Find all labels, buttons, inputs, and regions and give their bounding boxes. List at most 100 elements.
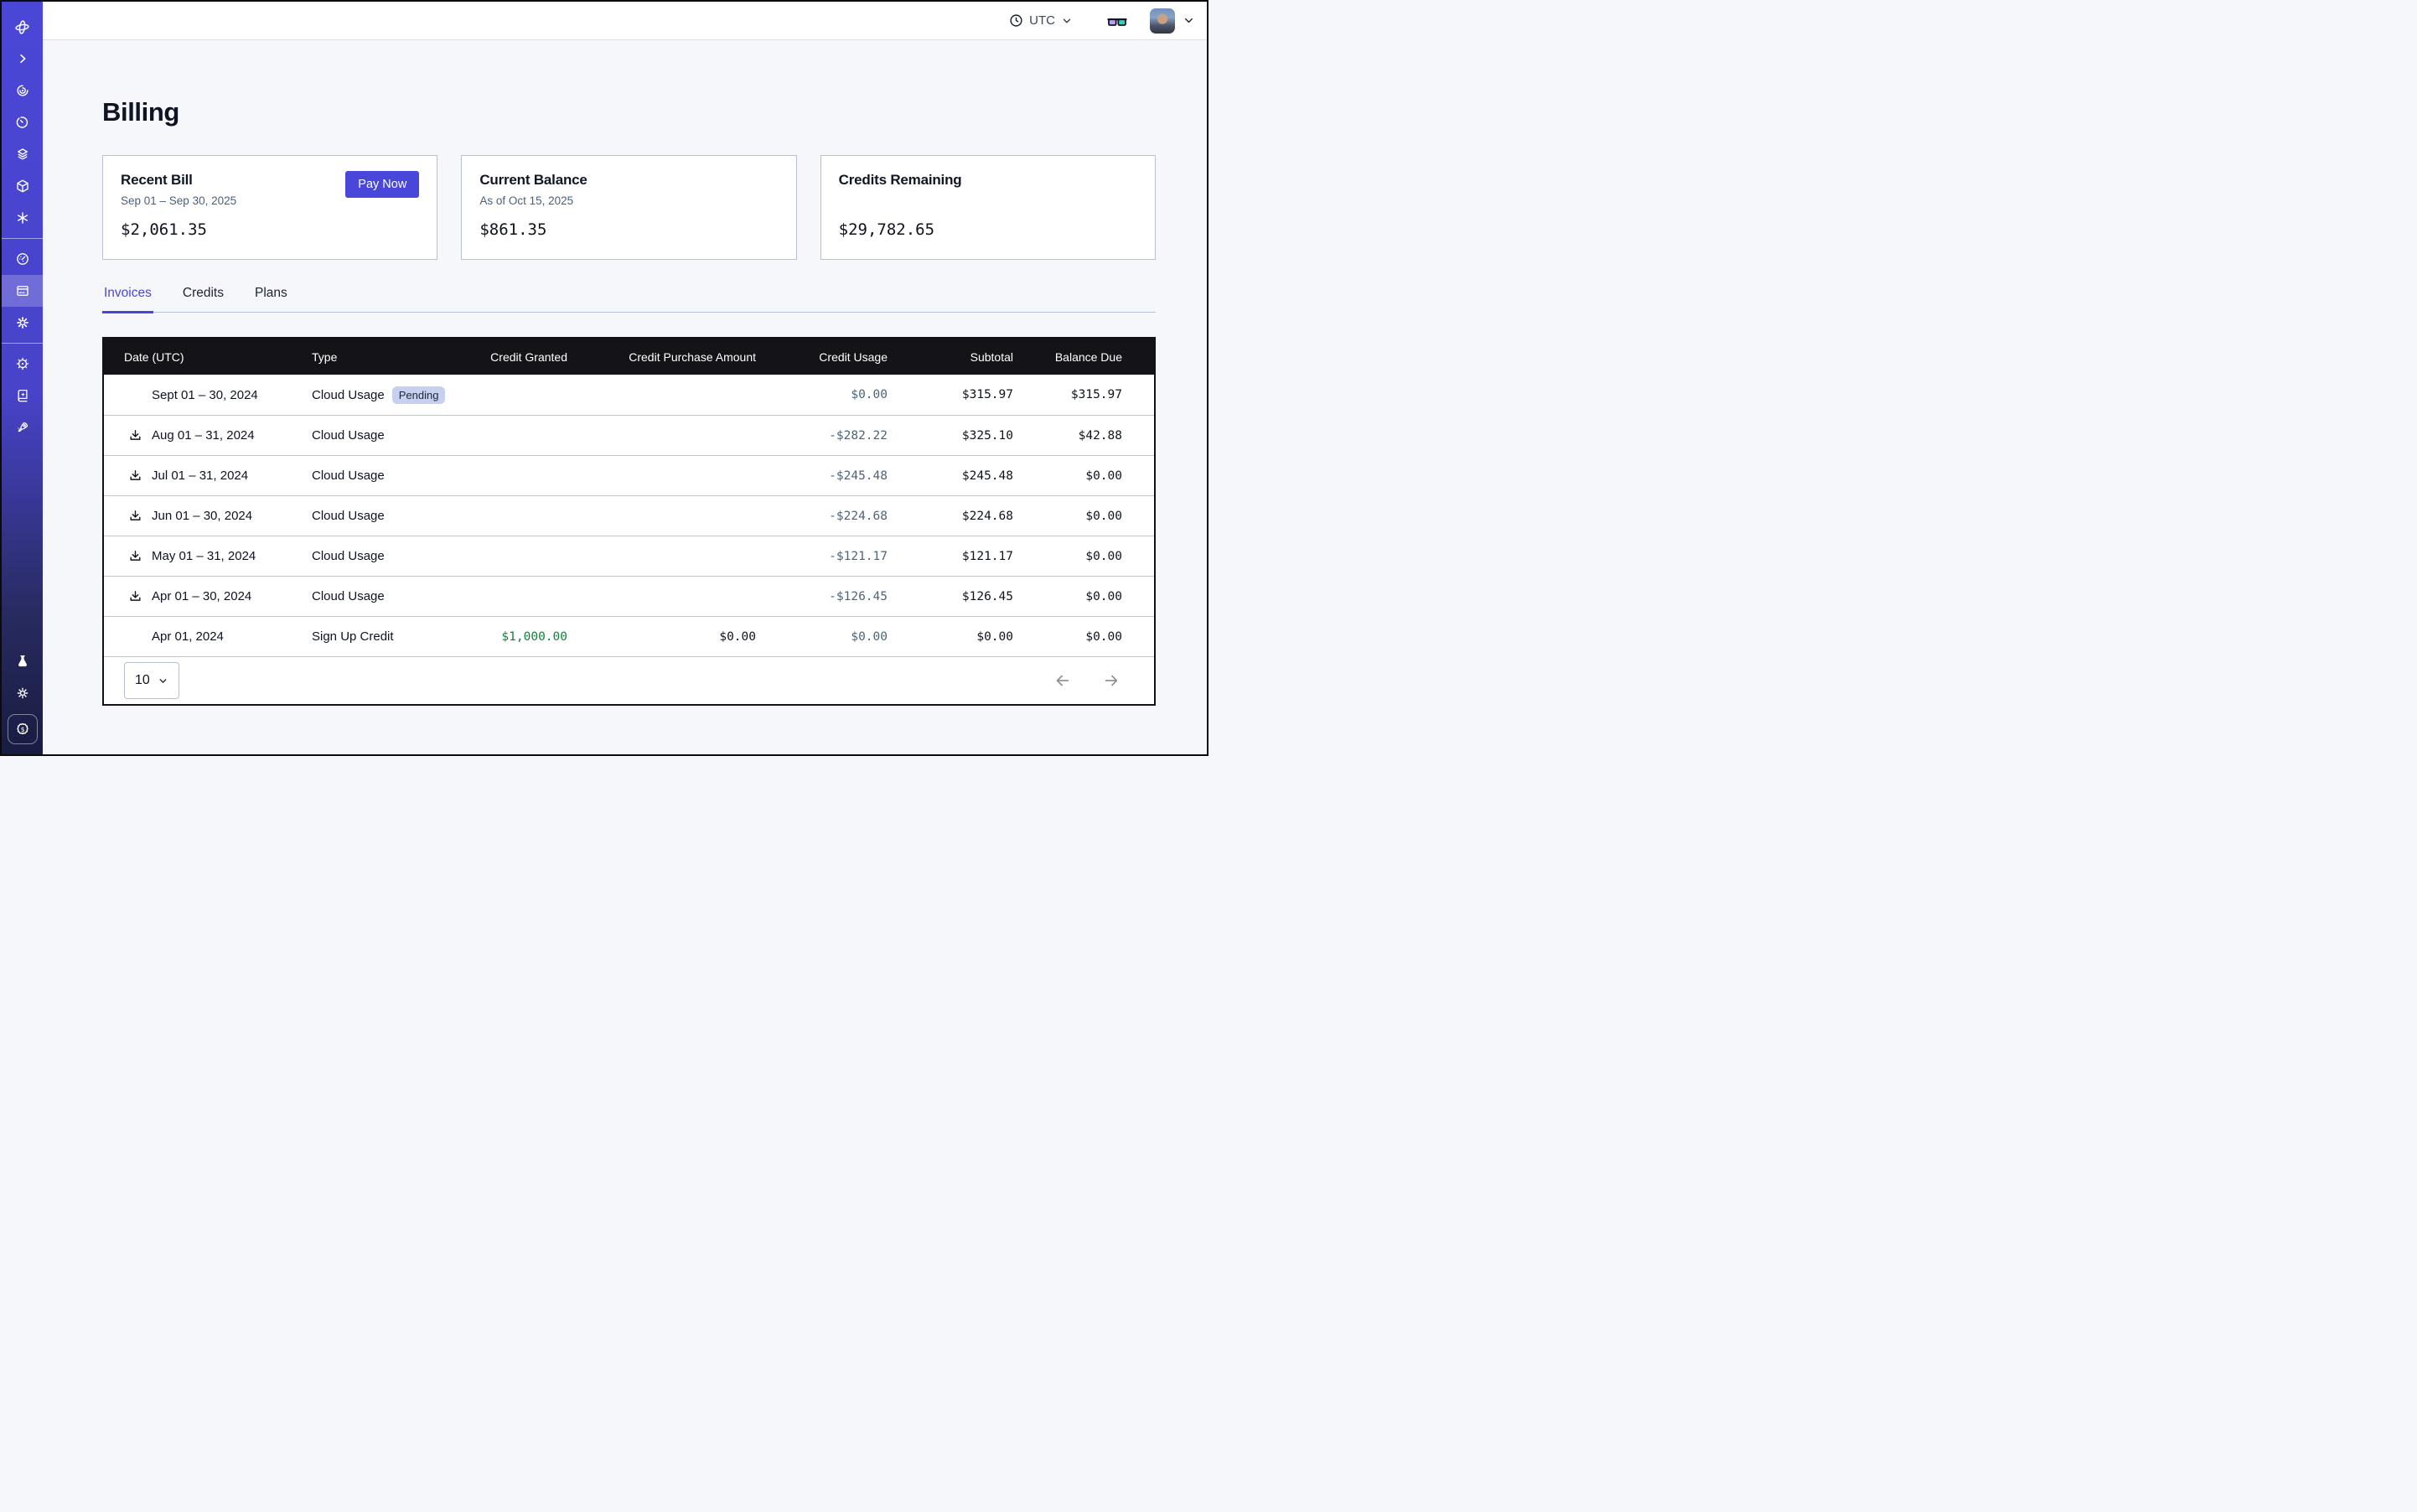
invoice-date: Aug 01 – 31, 2024 <box>152 428 255 443</box>
reader-mode-button[interactable] <box>1106 13 1128 29</box>
download-invoice-icon[interactable] <box>127 549 142 564</box>
subtotal-value: $245.48 <box>888 469 1013 483</box>
credit-purchase-value: $0.00 <box>567 630 756 644</box>
balance-due-value: $0.00 <box>1013 550 1122 563</box>
layers-icon <box>15 147 30 162</box>
credit-usage-value: -$282.22 <box>756 429 888 443</box>
sidebar-item-usage-dashboard[interactable] <box>2 243 43 275</box>
cube-icon <box>15 179 30 194</box>
status-badge: Pending <box>392 386 446 404</box>
download-invoice-icon[interactable] <box>127 509 142 524</box>
sidebar-item-layers[interactable] <box>2 138 43 170</box>
balance-due-value: $42.88 <box>1013 429 1122 443</box>
pay-now-button[interactable]: Pay Now <box>345 171 419 198</box>
subtotal-value: $0.00 <box>888 630 1013 644</box>
credit-usage-value: -$245.48 <box>756 469 888 483</box>
account-menu-button[interactable] <box>1183 14 1195 27</box>
billing-card-icon <box>15 283 30 298</box>
download-invoice-icon[interactable] <box>127 428 142 443</box>
download-invoice-icon[interactable] <box>127 589 142 604</box>
sidebar-item-launch[interactable] <box>2 412 43 443</box>
invoice-type: Cloud Usage <box>312 428 385 443</box>
sidebar-divider <box>2 238 43 239</box>
gear-icon <box>15 315 30 330</box>
sidebar: $ <box>2 2 43 754</box>
page-size-value: 10 <box>135 673 150 688</box>
tab-plans[interactable]: Plans <box>253 286 289 313</box>
sidebar-item-theme[interactable] <box>2 677 43 709</box>
orbit-logo <box>13 18 31 36</box>
invoice-date: Jun 01 – 30, 2024 <box>152 509 252 523</box>
sidebar-item-observability[interactable] <box>2 75 43 106</box>
download-invoice-icon[interactable] <box>127 469 142 484</box>
balance-due-value: $0.00 <box>1013 590 1122 603</box>
chevron-down-icon <box>158 676 168 686</box>
balance-due-value: $0.00 <box>1013 469 1122 483</box>
credits-remaining-amount: $29,782.65 <box>839 220 1137 239</box>
table-row: Apr 01, 2024 Sign Up Credit $1,000.00 $0… <box>104 616 1154 656</box>
table-row: Jun 01 – 30, 2024 Cloud Usage -$224.68 $… <box>104 495 1154 536</box>
avatar[interactable] <box>1150 8 1175 34</box>
helm-icon <box>15 356 30 371</box>
sidebar-item-history[interactable] <box>2 106 43 138</box>
balance-due-value: $0.00 <box>1013 630 1122 644</box>
tab-invoices[interactable]: Invoices <box>102 286 153 313</box>
sidebar-item-asterisk[interactable] <box>2 202 43 234</box>
sidebar-item-collapse[interactable] <box>2 43 43 75</box>
invoice-type: Cloud Usage <box>312 589 385 603</box>
arrow-right-icon <box>1102 671 1121 690</box>
pagination-arrows <box>1053 671 1121 690</box>
credits-remaining-card: Credits Remaining $29,782.65 <box>820 155 1156 260</box>
sidebar-item-billing[interactable] <box>2 275 43 307</box>
page-size-select[interactable]: 10 <box>124 662 179 699</box>
column-header: Type <box>312 350 467 364</box>
recent-bill-card: Recent Bill Sep 01 – Sep 30, 2025 $2,061… <box>102 155 437 260</box>
tab-credits[interactable]: Credits <box>181 286 225 313</box>
pagination-bar: 10 <box>104 656 1154 704</box>
glasses-icon <box>1106 13 1128 29</box>
current-balance-card: Current Balance As of Oct 15, 2025 $861.… <box>461 155 796 260</box>
subtotal-value: $224.68 <box>888 510 1013 523</box>
rocket-icon <box>15 420 30 435</box>
history-icon <box>15 115 30 130</box>
subtotal-value: $325.10 <box>888 429 1013 443</box>
invoice-type: Sign Up Credit <box>312 629 394 644</box>
sidebar-item-cube[interactable] <box>2 170 43 202</box>
column-header: Credit Usage <box>756 350 888 364</box>
table-row: Aug 01 – 31, 2024 Cloud Usage -$282.22 $… <box>104 415 1154 455</box>
card-title: Credits Remaining <box>839 172 1137 189</box>
table-row: Sept 01 – 30, 2024 Cloud Usage Pending $… <box>104 375 1154 415</box>
invoice-type: Cloud Usage <box>312 549 385 563</box>
chevron-down-icon <box>1061 15 1073 27</box>
card-as-of: As of Oct 15, 2025 <box>479 194 778 209</box>
subtotal-value: $315.97 <box>888 388 1013 401</box>
tabs: Invoices Credits Plans <box>102 286 1156 313</box>
chevron-down-icon <box>1183 14 1195 27</box>
column-header: Date (UTC) <box>124 350 312 364</box>
recent-bill-amount: $2,061.35 <box>121 220 419 239</box>
timezone-selector[interactable]: UTC <box>1009 13 1073 28</box>
invoice-date: Sept 01 – 30, 2024 <box>152 388 258 402</box>
sidebar-item-docs[interactable] <box>2 380 43 412</box>
next-page-button[interactable] <box>1102 671 1121 690</box>
sidebar-divider <box>2 343 43 344</box>
sidebar-item-settings[interactable] <box>2 307 43 339</box>
sidebar-item-credits[interactable]: $ <box>8 714 38 744</box>
column-header: Subtotal <box>888 350 1013 364</box>
credit-usage-value: -$224.68 <box>756 510 888 523</box>
column-header: Balance Due <box>1013 350 1122 364</box>
sidebar-item-labs[interactable] <box>2 645 43 677</box>
sun-icon <box>15 686 30 701</box>
sidebar-item-fleet[interactable] <box>2 348 43 380</box>
spiral-icon <box>15 83 30 98</box>
table-body: Sept 01 – 30, 2024 Cloud Usage Pending $… <box>104 375 1154 656</box>
balance-due-value: $0.00 <box>1013 510 1122 523</box>
dollar-badge-icon: $ <box>14 721 31 738</box>
table-header-row: Date (UTC)TypeCredit GrantedCredit Purch… <box>104 339 1154 375</box>
arrow-left-icon <box>1053 671 1072 690</box>
flask-icon <box>15 654 30 669</box>
previous-page-button[interactable] <box>1053 671 1072 690</box>
timezone-label: UTC <box>1029 13 1055 28</box>
sidebar-item-logo[interactable] <box>2 11 43 43</box>
credit-usage-value: $0.00 <box>756 388 888 401</box>
